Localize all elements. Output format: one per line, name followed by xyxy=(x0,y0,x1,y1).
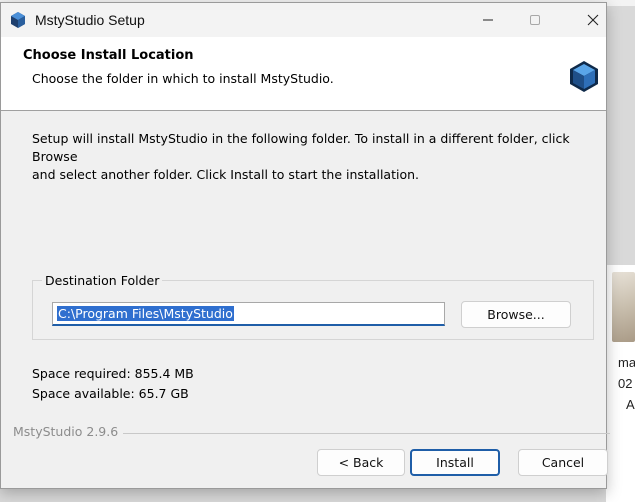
minimize-button[interactable] xyxy=(464,3,512,37)
close-button[interactable] xyxy=(569,3,617,37)
destination-path-input[interactable]: C:\Program Files\MstyStudio xyxy=(52,302,445,326)
maximize-icon xyxy=(530,15,540,25)
content-area: Setup will install MstyStudio in the fol… xyxy=(1,112,610,490)
space-required-text: Space required: 855.4 MB xyxy=(32,366,194,381)
cancel-button[interactable]: Cancel xyxy=(518,449,608,476)
maximize-button[interactable] xyxy=(511,3,559,37)
page-title: Choose Install Location xyxy=(23,48,194,63)
page-header: Choose Install Location Choose the folde… xyxy=(1,37,606,111)
destination-folder-label: Destination Folder xyxy=(42,273,163,288)
cube-icon xyxy=(570,61,598,92)
background-text: ma xyxy=(618,355,635,370)
destination-path-value: C:\Program Files\MstyStudio xyxy=(57,306,234,321)
page-subtitle: Choose the folder in which to install Ms… xyxy=(32,71,334,86)
cube-icon xyxy=(11,12,25,28)
instructions-text: Setup will install MstyStudio in the fol… xyxy=(32,130,592,184)
background-thumbnail xyxy=(612,272,635,342)
instructions-line: Setup will install MstyStudio in the fol… xyxy=(32,131,570,164)
background-text: A xyxy=(626,397,635,412)
minimize-icon xyxy=(483,19,493,21)
back-button[interactable]: < Back xyxy=(317,449,405,476)
window-title: MstyStudio Setup xyxy=(35,12,145,28)
background-text: 02 xyxy=(618,376,633,391)
title-bar[interactable]: MstyStudio Setup xyxy=(1,3,606,37)
install-button[interactable]: Install xyxy=(410,449,500,476)
setup-window: MstyStudio Setup Choose Install Location… xyxy=(0,2,610,490)
space-available-text: Space available: 65.7 GB xyxy=(32,386,189,401)
browse-button[interactable]: Browse... xyxy=(461,301,571,328)
instructions-line: and select another folder. Click Install… xyxy=(32,167,419,182)
brand-version-text: MstyStudio 2.9.6 xyxy=(13,424,119,439)
footer-divider xyxy=(123,433,610,434)
close-icon xyxy=(587,14,599,26)
